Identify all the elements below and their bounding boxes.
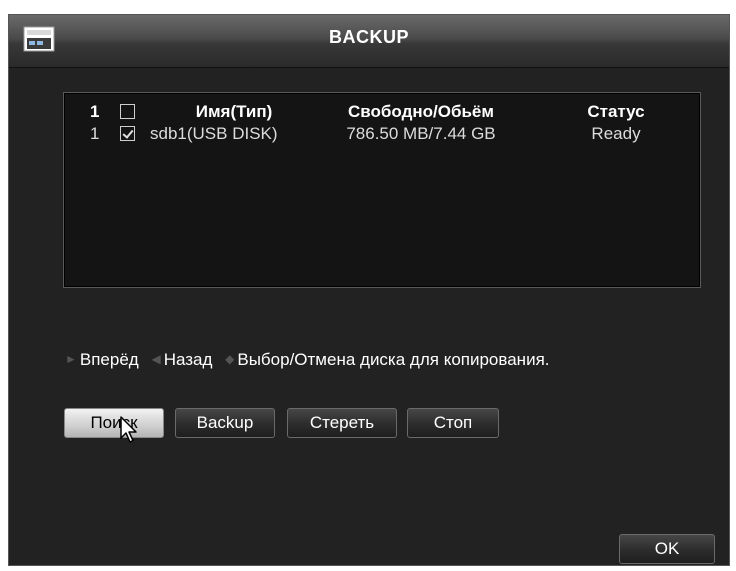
legend-forward: Вперёд bbox=[79, 350, 139, 369]
arrow-icon: ◀ bbox=[151, 352, 161, 366]
device-name: sdb1(USB DISK) bbox=[150, 124, 278, 143]
backup-button[interactable]: Backup bbox=[175, 408, 275, 438]
arrow-icon: ► bbox=[65, 352, 77, 366]
dialog-title: BACKUP bbox=[328, 27, 409, 47]
legend-select: Выбор/Отмена диска для копирования. bbox=[237, 350, 550, 369]
header-index: 1 bbox=[90, 102, 100, 121]
search-button[interactable]: Поиск bbox=[64, 408, 164, 438]
ok-button[interactable]: OK bbox=[619, 534, 715, 564]
device-status: Ready bbox=[591, 124, 641, 143]
erase-button[interactable]: Стереть bbox=[287, 408, 397, 438]
key-legend: ► Вперёд ◀ Назад ◆ Выбор/Отмена диска для к… bbox=[65, 350, 550, 370]
device-row[interactable]: 1 sdb1(USB DISK) 786.50 MB/7.44 GB Ready bbox=[64, 124, 700, 146]
device-checkbox[interactable] bbox=[120, 126, 135, 141]
legend-back: Назад bbox=[163, 350, 213, 369]
row-index: 1 bbox=[90, 124, 100, 143]
select-all-checkbox[interactable] bbox=[120, 104, 135, 119]
device-list-header: 1 Имя(Тип) Свободно/Обьём Статус bbox=[64, 102, 700, 124]
stop-button[interactable]: Стоп bbox=[407, 408, 499, 438]
title-bar: BACKUP bbox=[9, 15, 729, 68]
device-space: 786.50 MB/7.44 GB bbox=[346, 124, 496, 143]
header-name: Имя(Тип) bbox=[195, 102, 273, 121]
backup-dialog: BACKUP 1 Имя(Тип) Свободно/Обьём Статус … bbox=[8, 14, 730, 566]
device-list: 1 Имя(Тип) Свободно/Обьём Статус 1 sdb1(… bbox=[63, 92, 701, 288]
header-status: Статус bbox=[587, 102, 645, 121]
arrow-icon: ◆ bbox=[225, 352, 235, 366]
header-space: Свободно/Обьём bbox=[348, 102, 494, 121]
dialog-content: 1 Имя(Тип) Свободно/Обьём Статус 1 sdb1(… bbox=[9, 68, 729, 565]
mouse-cursor-icon bbox=[120, 416, 137, 443]
